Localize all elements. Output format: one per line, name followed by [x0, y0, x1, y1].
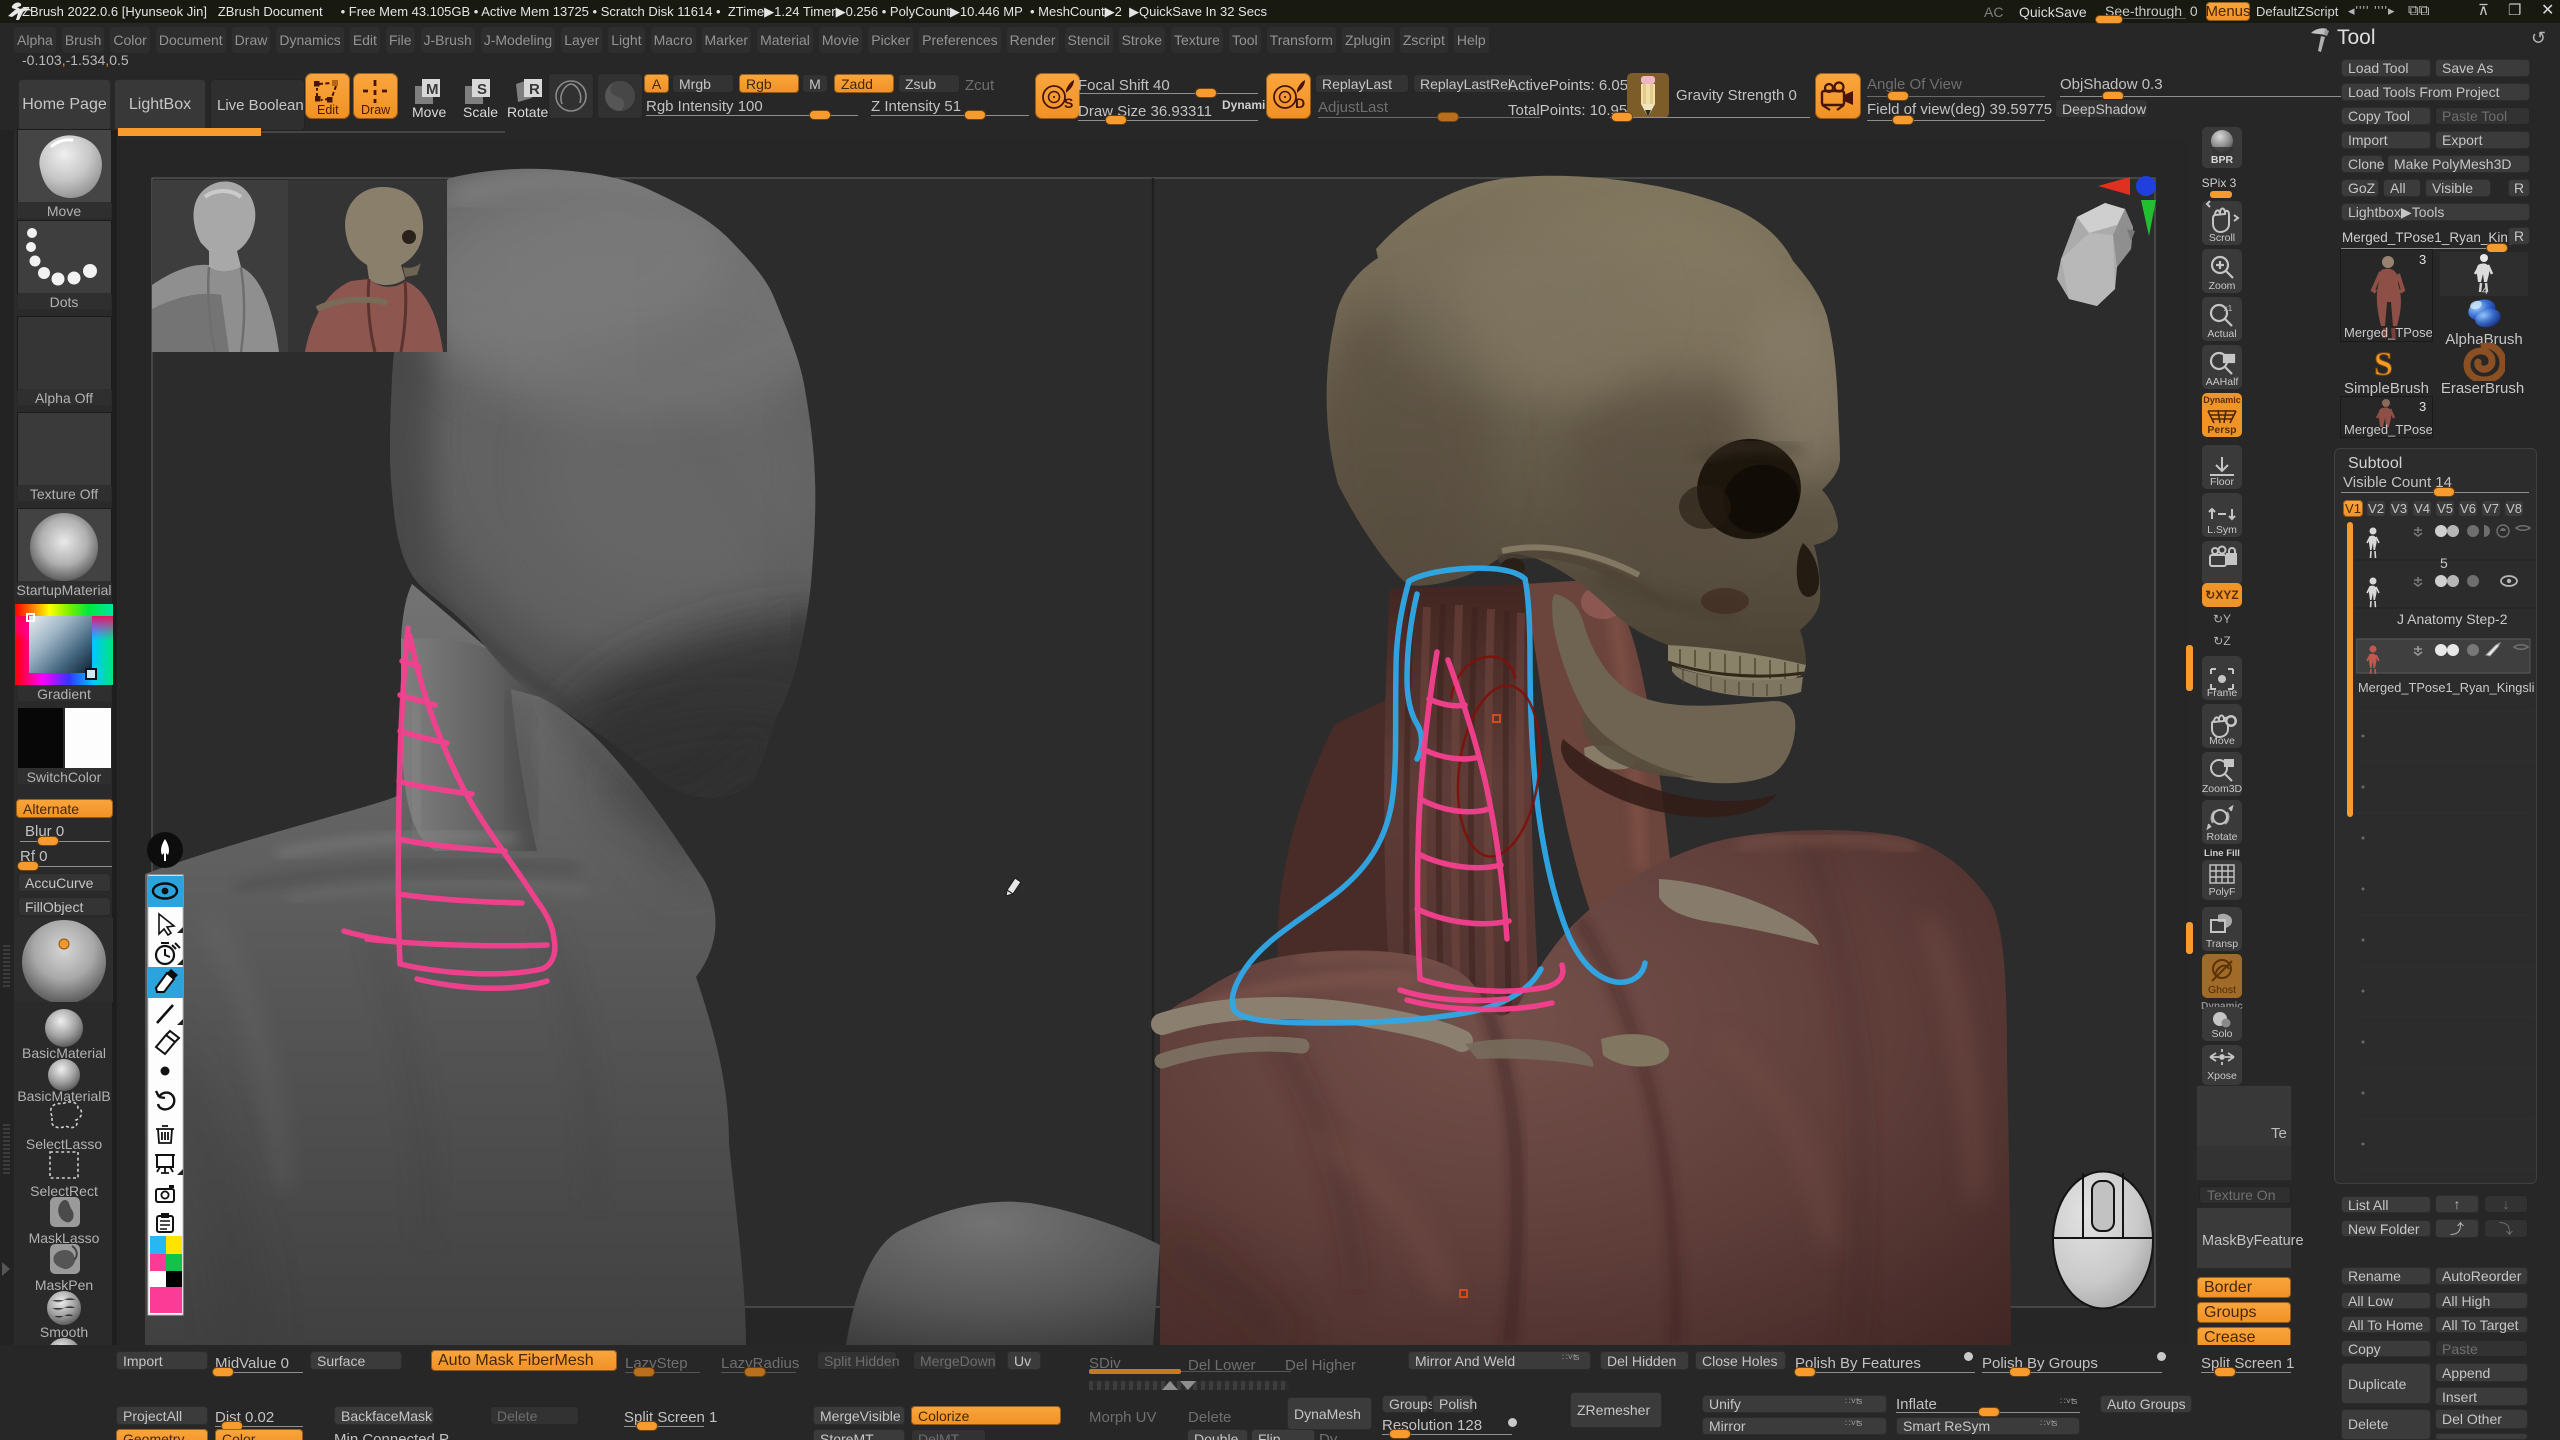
- svg-text:Frame: Frame: [2207, 687, 2237, 699]
- svg-text:Xpose: Xpose: [2207, 1070, 2237, 1082]
- svg-text:Merged_TPose1_: Merged_TPose1_: [2344, 325, 2432, 340]
- svg-text:Floor: Floor: [2210, 476, 2234, 488]
- svg-text:4: 4: [2482, 285, 2488, 296]
- svg-text:Actual: Actual: [2207, 328, 2236, 340]
- svg-text:↻Y: ↻Y: [2213, 612, 2231, 626]
- svg-text:Merged_TPose1_: Merged_TPose1_: [2344, 422, 2432, 437]
- svg-text:AAHalf: AAHalf: [2206, 376, 2239, 388]
- svg-text:S: S: [1064, 95, 1073, 111]
- svg-text:L.Sym: L.Sym: [2207, 524, 2237, 536]
- svg-text:Merged_TPose1_Ryan_Kingslie: Merged_TPose1_Ryan_Kingslie: [2358, 680, 2534, 695]
- svg-text:Scale: Scale: [463, 104, 498, 120]
- svg-text:Draw: Draw: [361, 103, 391, 116]
- svg-text:Rotate: Rotate: [2207, 831, 2238, 843]
- svg-text:S: S: [477, 81, 487, 98]
- svg-text:Solo: Solo: [2211, 1028, 2232, 1040]
- svg-text:Scroll: Scroll: [2209, 232, 2235, 244]
- svg-text:D: D: [1295, 95, 1305, 111]
- svg-text:x1: x1: [2224, 304, 2233, 313]
- svg-text:3: 3: [2419, 252, 2426, 267]
- svg-text:SPix 3: SPix 3: [2202, 176, 2237, 190]
- svg-text:BPR: BPR: [2211, 154, 2234, 166]
- svg-text:↻XYZ: ↻XYZ: [2205, 588, 2238, 602]
- svg-text:Zoom: Zoom: [2209, 280, 2236, 292]
- svg-text:Move: Move: [2209, 735, 2235, 747]
- svg-text:Zoom3D: Zoom3D: [2202, 783, 2243, 795]
- svg-text:5: 5: [2440, 555, 2448, 571]
- svg-text:Dynamic: Dynamic: [2203, 395, 2241, 405]
- svg-text:M: M: [426, 81, 439, 98]
- svg-text:PolyF: PolyF: [2209, 886, 2236, 898]
- svg-text:3: 3: [2419, 399, 2426, 414]
- svg-text:↻Z: ↻Z: [2213, 634, 2230, 648]
- svg-text:Transp: Transp: [2206, 938, 2238, 950]
- svg-text:Ghost: Ghost: [2208, 984, 2236, 996]
- svg-text:Rotate: Rotate: [507, 104, 548, 120]
- svg-text:Edit: Edit: [317, 103, 339, 116]
- svg-text:J Anatomy Step-2: J Anatomy Step-2: [2397, 611, 2508, 627]
- svg-text:Move: Move: [412, 104, 446, 120]
- svg-text:Line Fill: Line Fill: [2204, 848, 2240, 859]
- svg-text:R: R: [529, 81, 540, 98]
- svg-text:Persp: Persp: [2207, 424, 2236, 436]
- svg-text:S: S: [2374, 346, 2393, 381]
